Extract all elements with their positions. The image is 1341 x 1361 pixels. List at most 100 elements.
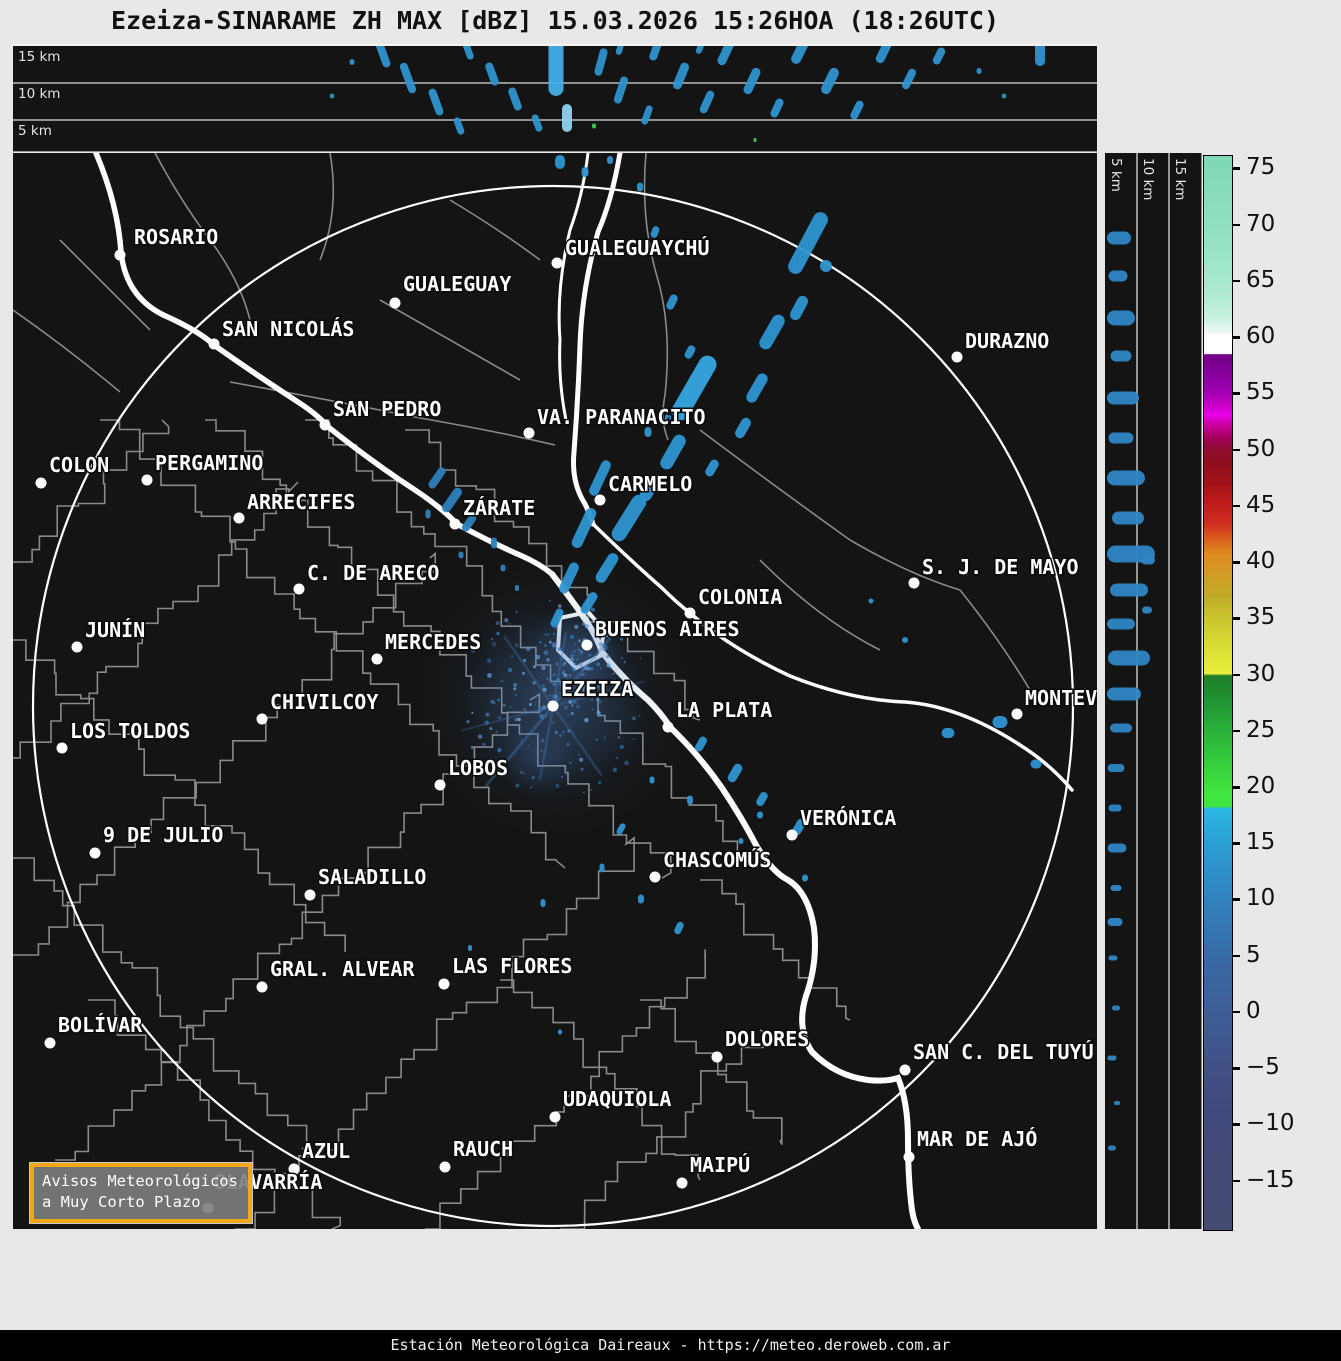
city-dot [712,1052,723,1063]
radar-echo [562,104,572,132]
city-dot [1012,709,1023,720]
radar-echo [1002,94,1006,99]
right-cross-section-plot [1105,153,1201,1229]
radar-echo [1109,956,1118,961]
colorbar-tick [1232,730,1240,733]
city-label: COLONIA [698,585,782,609]
radar-echo [638,895,644,904]
city-dot [36,478,47,489]
city-dot [45,1038,56,1049]
city-dot [952,352,963,363]
right-axis-label: 10 km [1140,158,1156,200]
city-dot [550,1112,561,1123]
radar-echo [1112,1006,1120,1011]
city-dot [439,979,450,990]
radar-echo [1109,805,1122,812]
credit-bar: Estación Meteorológica Daireaux - https:… [0,1330,1341,1361]
city-label: ARRECIFES [247,490,355,514]
colorbar-tick [1232,167,1240,170]
radar-echo [637,183,643,192]
right-axis-label: 5 km [1108,158,1124,192]
colorbar-tick-label: −15 [1246,1167,1295,1193]
colorbar-tick-label: 25 [1246,717,1275,743]
colorbar-tick-label: −5 [1246,1054,1280,1080]
city-dot [677,1178,688,1189]
right-axis-label: 15 km [1172,158,1188,200]
city-label: SAN NICOLÁS [222,317,354,341]
colorbar-tick [1232,449,1240,452]
city-dot [305,890,316,901]
radar-echo [607,156,613,164]
colorbar-tick [1232,842,1240,845]
radar-echo [1107,311,1135,326]
city-label: VA. PARANACITO [537,405,706,429]
radar-echo [1108,764,1125,772]
colorbar-tick-label: 0 [1246,998,1261,1024]
radar-echo [1109,433,1134,444]
radar-map-plot: ROSARIOGUALEGUAYCHÚGUALEGUAYSAN NICOLÁSD… [13,153,1097,1229]
city-label: COLON [49,453,109,477]
colorbar-tick-label: −10 [1246,1110,1295,1136]
radar-echo [1108,651,1150,666]
city-label: VERÓNICA [800,806,896,830]
city-label: CHIVILCOY [270,690,378,714]
radar-echo [1111,351,1132,362]
radar-echo [1107,232,1131,245]
colorbar-tick [1232,1067,1240,1070]
radar-echo [515,585,519,591]
radar-echo [1107,471,1145,486]
city-label: GRAL. ALVEAR [270,957,415,981]
top-cross-section-plot [13,46,1097,151]
colorbar-tick-label: 10 [1246,885,1275,911]
radar-echo [1110,724,1132,733]
radar-echo [592,124,596,129]
city-dot [904,1152,915,1163]
colorbar-tick-label: 20 [1246,773,1275,799]
colorbar-tick-label: 65 [1246,267,1275,293]
colorbar-tick-label: 50 [1246,436,1275,462]
city-dot [900,1065,911,1076]
radar-echo [757,812,763,819]
radar-echo [902,637,908,643]
warning-box[interactable]: Avisos Meteorológicos a Muy Corto Plazo [30,1163,252,1223]
colorbar-tick [1232,1180,1240,1183]
footer: Servicio Meteorológico Nacional Argentin… [0,1235,1341,1330]
city-label: BOLÍVAR [58,1013,143,1037]
city-label: MAIPÚ [690,1153,750,1177]
radar-page: Ezeiza-SINARAME ZH MAX [dBZ] 15.03.2026 … [0,0,1341,1361]
city-label: MERCEDES [385,630,481,654]
city-dot [390,298,401,309]
colorbar-tick [1232,392,1240,395]
radar-echo [1108,1056,1117,1061]
city-label: DOLORES [725,1027,809,1051]
city-label: C. DE ARECO [307,561,439,585]
radar-echo [754,138,757,142]
radar-echo [1109,271,1128,282]
colorbar-tick-label: 75 [1246,154,1275,180]
colorbar-tick [1232,1123,1240,1126]
city-dot [142,475,153,486]
colorbar-tick [1232,786,1240,789]
city-label: JUNÍN [85,618,145,642]
city-label: GUALEGUAYCHÚ [565,236,710,260]
city-label: RAUCH [453,1137,513,1161]
radar-echo [1107,688,1141,701]
colorbar-tick [1232,617,1240,620]
colorbar-tick-label: 15 [1246,829,1275,855]
warning-line2: a Muy Corto Plazo [42,1192,240,1213]
colorbar-tick-label: 5 [1246,942,1261,968]
city-label: SALADILLO [318,865,426,889]
colorbar-tick [1232,224,1240,227]
radar-echo [426,510,431,519]
city-label: LOS TOLDOS [70,719,190,743]
radar-map-panel: ROSARIOGUALEGUAYCHÚGUALEGUAYSAN NICOLÁSD… [13,153,1097,1229]
radar-echo [350,59,355,65]
city-label: MONTEVIDEO [1025,686,1097,710]
city-label: AZUL [302,1139,350,1163]
radar-echo [1107,392,1139,405]
city-dot [320,420,331,431]
colorbar-tick-label: 35 [1246,604,1275,630]
radar-echo [1112,512,1144,525]
city-dot [115,250,126,261]
radar-echo [739,838,744,844]
